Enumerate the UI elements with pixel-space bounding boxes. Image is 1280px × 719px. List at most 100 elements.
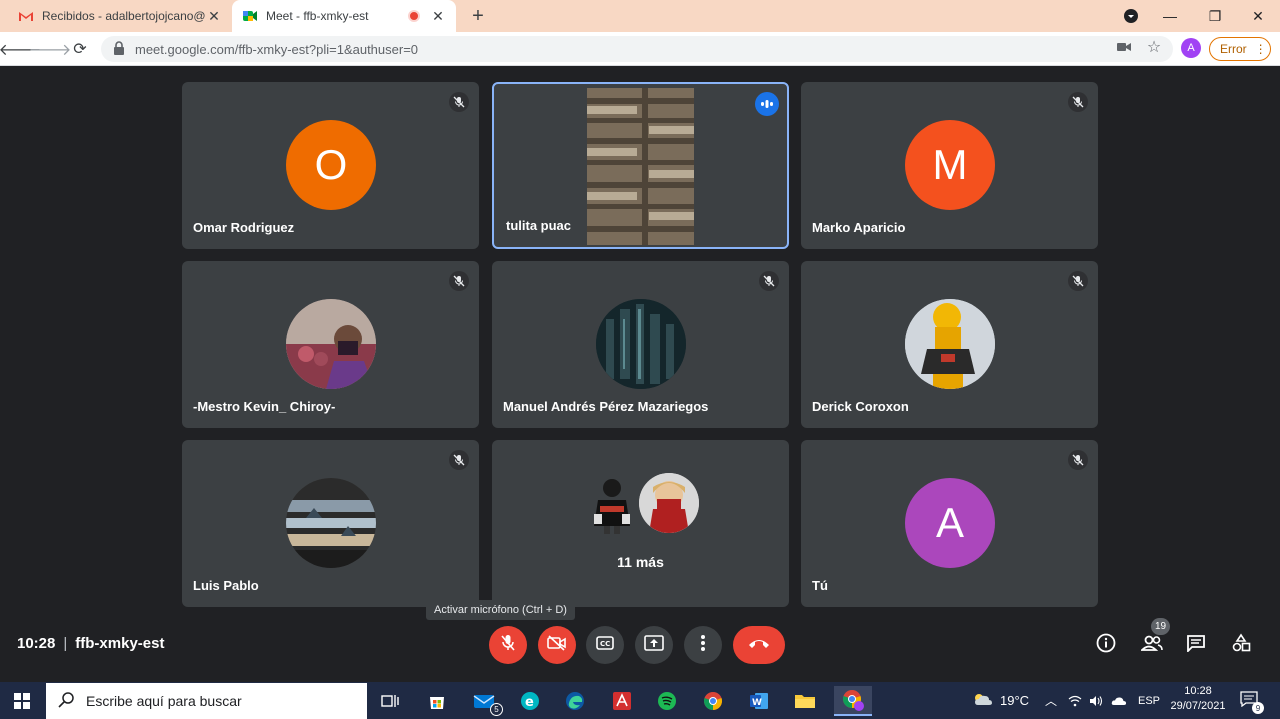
present-screen-button[interactable] [635,626,673,664]
meeting-details-button[interactable] [1093,632,1119,658]
clock-time: 10:28 [1184,685,1212,697]
tab-gmail-title: Recibidos - adalbertojojcano@gr [42,9,206,23]
notification-icon: 9 [1240,691,1264,714]
participant-name: -Mestro Kevin_ Chiroy- [193,399,336,414]
language-indicator[interactable]: ESP [1138,682,1160,719]
camera-icon[interactable] [1114,37,1134,57]
participant-tile[interactable]: O Omar Rodriguez [182,82,479,249]
profile-photo [286,299,376,389]
close-tab-icon[interactable]: ✕ [430,8,446,25]
leave-call-button[interactable] [733,626,785,664]
edge-icon[interactable] [560,686,590,716]
file-explorer-icon[interactable] [790,686,820,716]
lock-icon [113,40,127,58]
show-hidden-icons-icon[interactable]: ︿ [1045,682,1057,719]
profile-avatar[interactable]: A [1181,38,1201,58]
present-screen-icon [644,634,664,656]
divider: | [63,635,68,652]
chat-icon [1186,634,1206,657]
participant-name: Manuel Andrés Pérez Mazariegos [503,399,709,414]
search-placeholder: Escribe aquí para buscar [86,693,242,709]
participants-button[interactable] [1139,632,1165,658]
participant-tile[interactable]: M Marko Aparicio [801,82,1098,249]
mic-off-icon [1068,92,1088,112]
wifi-icon[interactable] [1068,682,1082,719]
url-text: meet.google.com/ffb-xmky-est?pli=1&authu… [135,41,419,57]
more-options-button[interactable] [684,626,722,664]
close-tab-icon[interactable]: ✕ [206,8,222,25]
chat-button[interactable] [1183,632,1209,658]
new-tab-button[interactable]: + [466,4,490,28]
meeting-code: ffb-xmky-est [75,635,165,652]
mic-tooltip: Activar micrófono (Ctrl + D) [426,600,575,620]
avatar: O [286,120,376,210]
spotify-icon[interactable] [652,686,682,716]
participant-tile[interactable]: -Mestro Kevin_ Chiroy- [182,261,479,428]
mic-off-icon [500,634,516,657]
maximize-icon[interactable]: ❐ [1195,0,1235,32]
more-participants-label: 11 más [617,554,664,570]
activities-button[interactable] [1228,632,1254,658]
hang-up-icon [747,636,771,654]
edge-legacy-icon[interactable]: e [515,686,545,716]
sync-error-button[interactable]: Error ⋮ [1209,37,1271,61]
close-window-icon[interactable]: ✕ [1238,0,1278,32]
notifications-button[interactable]: 9 [1240,682,1264,719]
camera-off-icon [547,634,567,656]
more-participants-tile[interactable]: 11 más [492,440,789,607]
word-icon[interactable]: W [744,686,774,716]
temperature: 19°C [1000,693,1030,708]
forward-icon[interactable]: 🡒 [29,37,72,61]
captions-button[interactable]: CC [586,626,624,664]
onedrive-icon[interactable] [1111,682,1127,719]
toggle-camera-button[interactable] [538,626,576,664]
taskbar-search-input[interactable]: Escribe aquí para buscar [46,683,367,719]
toggle-mic-button[interactable] [489,626,527,664]
tab-search-icon[interactable] [1111,0,1151,32]
reload-icon[interactable]: ⟳ [68,37,92,61]
mail-icon[interactable]: 5 [469,686,503,716]
task-view-icon[interactable] [375,686,405,716]
shapes-icon [1231,633,1251,658]
avatar: A [905,478,995,568]
volume-icon[interactable] [1089,682,1103,719]
participant-video [587,88,694,245]
meet-icon [242,8,258,24]
windows-start-button[interactable] [0,682,44,719]
participant-tile[interactable]: Luis Pablo [182,440,479,607]
participant-name: Derick Coroxon [812,399,909,414]
weather-widget[interactable]: 19°C [972,682,1029,719]
meeting-time: 10:28 [17,635,56,652]
participant-name: Omar Rodriguez [193,220,295,235]
profile-photo [590,476,634,534]
acrobat-icon[interactable] [607,686,637,716]
chrome-profile-active-icon[interactable] [834,686,872,716]
self-tile[interactable]: A Tú [801,440,1098,607]
participant-tile[interactable]: Manuel Andrés Pérez Mazariegos [492,261,789,428]
more-vert-icon [701,634,705,656]
tab-gmail[interactable]: Recibidos - adalbertojojcano@gr ✕ [8,0,232,32]
speaking-indicator-icon [755,92,779,116]
meeting-info: 10:28 | ffb-xmky-est [17,635,164,652]
participant-name: Luis Pablo [193,578,259,593]
chrome-icon[interactable] [698,686,728,716]
mic-off-icon [1068,450,1088,470]
address-bar[interactable]: meet.google.com/ffb-xmky-est?pli=1&authu… [101,36,1173,62]
minimize-icon[interactable]: — [1150,0,1190,32]
mic-off-icon [449,450,469,470]
microsoft-store-icon[interactable] [422,686,452,716]
browser-toolbar: 🡐 🡒 ⟳ meet.google.com/ffb-xmky-est?pli=1… [0,32,1280,66]
participant-tile[interactable]: Derick Coroxon [801,261,1098,428]
closed-captions-icon: CC [596,635,614,655]
tab-meet[interactable]: Meet - ffb-xmky-est ✕ [232,0,456,32]
svg-text:CC: CC [600,640,610,648]
svg-text:e: e [525,695,534,710]
taskbar-clock[interactable]: 10:28 29/07/2021 [1166,684,1230,714]
clock-date: 29/07/2021 [1170,700,1226,712]
profile-photo [639,473,699,533]
participant-tile-speaking[interactable]: tulita puac [492,82,789,249]
bookmark-star-icon[interactable]: ☆ [1144,37,1164,57]
participant-name: Marko Aparicio [812,220,906,235]
browser-tab-strip: Recibidos - adalbertojojcano@gr ✕ Meet -… [0,0,1280,32]
mic-off-icon [759,271,779,291]
